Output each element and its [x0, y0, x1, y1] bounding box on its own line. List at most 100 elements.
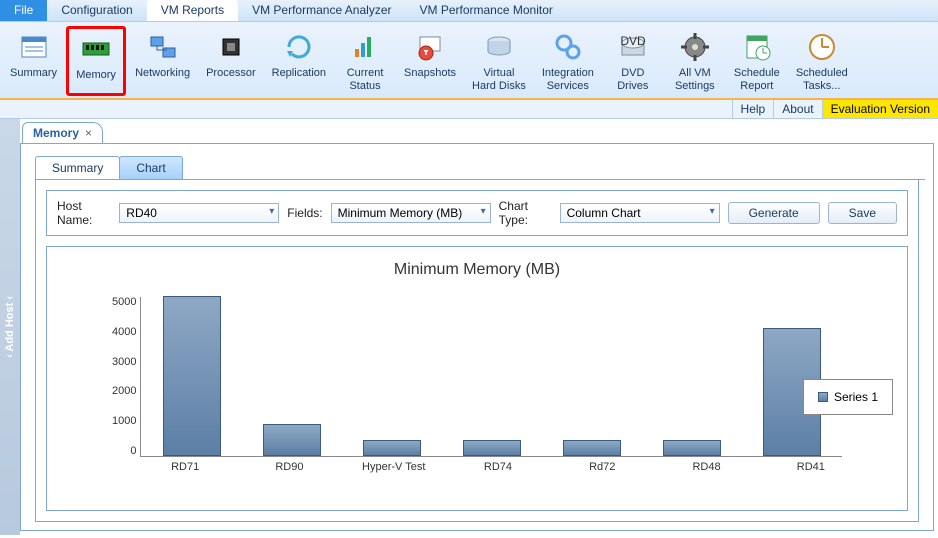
chart-title: Minimum Memory (MB): [394, 261, 560, 279]
chart-type-label: Chart Type:: [499, 199, 552, 227]
menu-file[interactable]: File: [0, 0, 47, 21]
evaluation-badge: Evaluation Version: [822, 100, 938, 118]
legend-swatch-icon: [818, 392, 828, 402]
bar: [363, 440, 421, 456]
y-tick: 4000: [112, 327, 136, 338]
ribbon-label: Virtual Hard Disks: [472, 67, 526, 93]
menu-configuration[interactable]: Configuration: [47, 0, 146, 21]
x-axis: RD71RD90Hyper-V TestRD74Rd72RD48RD41: [133, 457, 863, 473]
help-bar: Help About Evaluation Version: [0, 100, 938, 119]
host-name-label: Host Name:: [57, 199, 111, 227]
close-icon[interactable]: ×: [85, 126, 92, 140]
chart-controls: Host Name: RD40 Fields: Minimum Memory (…: [46, 190, 908, 236]
ribbon-summary-button[interactable]: Summary: [3, 26, 64, 96]
x-tick: RD71: [133, 457, 237, 473]
ribbon-label: DVD Drives: [617, 67, 648, 93]
y-tick: 0: [130, 446, 136, 457]
svg-text:DVD: DVD: [620, 34, 646, 48]
gears-icon: [552, 31, 584, 63]
y-tick: 1000: [112, 416, 136, 427]
tab-chart[interactable]: Chart: [119, 156, 182, 179]
networking-icon: [147, 31, 179, 63]
ribbon-label: All VM Settings: [675, 67, 715, 93]
dvd-icon: DVD: [617, 31, 649, 63]
menu-vm-monitor[interactable]: VM Performance Monitor: [405, 0, 566, 21]
scheduled-tasks-icon: [806, 31, 838, 63]
bar: [163, 296, 221, 456]
inner-tabstrip: Summary Chart: [35, 156, 925, 180]
content-pane: Memory × Summary Chart Host Name: RD40 F…: [20, 119, 938, 535]
doc-tab-label: Memory: [33, 126, 79, 140]
ribbon-label: Snapshots: [404, 67, 456, 80]
summary-icon: [18, 31, 50, 63]
chart-type-select[interactable]: Column Chart: [560, 203, 720, 223]
ribbon-label: Networking: [135, 67, 190, 80]
help-link[interactable]: Help: [732, 100, 774, 118]
bar: [663, 440, 721, 456]
add-host-label: ‹ Add Host ‹: [4, 296, 16, 358]
memory-icon: [80, 33, 112, 65]
ribbon-virtual-hard-disks-button[interactable]: Virtual Hard Disks: [465, 26, 533, 96]
document-tabstrip: Memory ×: [20, 119, 938, 143]
menu-vm-analyzer[interactable]: VM Performance Analyzer: [238, 0, 405, 21]
tab-summary[interactable]: Summary: [35, 156, 120, 179]
ribbon-label: Schedule Report: [734, 67, 780, 93]
save-button[interactable]: Save: [828, 202, 897, 224]
ribbon-networking-button[interactable]: Networking: [128, 26, 197, 96]
chart-tab-content: Host Name: RD40 Fields: Minimum Memory (…: [35, 180, 919, 522]
hard-disk-icon: [483, 31, 515, 63]
ribbon-snapshots-button[interactable]: Snapshots: [397, 26, 463, 96]
ribbon-processor-button[interactable]: Processor: [199, 26, 263, 96]
y-axis: 5000 4000 3000 2000 1000 0: [112, 297, 140, 457]
ribbon-memory-button[interactable]: Memory: [66, 26, 126, 96]
snapshots-icon: [414, 31, 446, 63]
chart-legend: Series 1: [803, 379, 893, 415]
schedule-report-icon: [741, 31, 773, 63]
ribbon-label: Memory: [76, 69, 116, 82]
ribbon-label: Scheduled Tasks...: [796, 67, 848, 93]
settings-icon: [679, 31, 711, 63]
doc-tab-memory[interactable]: Memory ×: [22, 122, 103, 143]
status-icon: [349, 31, 381, 63]
processor-icon: [215, 31, 247, 63]
ribbon-scheduled-tasks-button[interactable]: Scheduled Tasks...: [789, 26, 855, 96]
x-tick: RD74: [446, 457, 550, 473]
generate-button[interactable]: Generate: [728, 202, 820, 224]
bar: [463, 440, 521, 456]
x-tick: Rd72: [550, 457, 654, 473]
menu-bar: File Configuration VM Reports VM Perform…: [0, 0, 938, 22]
ribbon-dvd-drives-button[interactable]: DVD DVD Drives: [603, 26, 663, 96]
plot-area: [140, 297, 842, 457]
report-panel: Summary Chart Host Name: RD40 Fields: Mi…: [20, 143, 934, 531]
fields-label: Fields:: [287, 206, 322, 220]
about-link[interactable]: About: [773, 100, 821, 118]
y-tick: 2000: [112, 386, 136, 397]
ribbon-label: Current Status: [347, 67, 384, 93]
x-tick: RD41: [759, 457, 863, 473]
bar: [263, 424, 321, 456]
menu-vm-reports[interactable]: VM Reports: [147, 0, 238, 21]
ribbon-all-vm-settings-button[interactable]: All VM Settings: [665, 26, 725, 96]
y-tick: 5000: [112, 297, 136, 308]
x-tick: RD90: [237, 457, 341, 473]
ribbon-integration-services-button[interactable]: Integration Services: [535, 26, 601, 96]
y-tick: 3000: [112, 357, 136, 368]
bar: [563, 440, 621, 456]
ribbon-toolbar: Summary Memory Networking Processor Repl…: [0, 22, 938, 100]
add-host-sidebar[interactable]: ‹ Add Host ‹: [0, 119, 20, 535]
x-tick: Hyper-V Test: [342, 457, 446, 473]
fields-select[interactable]: Minimum Memory (MB): [331, 203, 491, 223]
chart-box: Minimum Memory (MB) 5000 4000 3000 2000 1000…: [46, 246, 908, 511]
ribbon-label: Replication: [272, 67, 326, 80]
work-area: ‹ Add Host ‹ Memory × Summary Chart Host…: [0, 119, 938, 535]
ribbon-label: Summary: [10, 67, 57, 80]
replication-icon: [283, 31, 315, 63]
ribbon-label: Processor: [206, 67, 256, 80]
legend-label: Series 1: [834, 390, 878, 404]
ribbon-current-status-button[interactable]: Current Status: [335, 26, 395, 96]
x-tick: RD48: [654, 457, 758, 473]
ribbon-schedule-report-button[interactable]: Schedule Report: [727, 26, 787, 96]
host-name-select[interactable]: RD40: [119, 203, 279, 223]
ribbon-replication-button[interactable]: Replication: [265, 26, 333, 96]
ribbon-label: Integration Services: [542, 67, 594, 93]
